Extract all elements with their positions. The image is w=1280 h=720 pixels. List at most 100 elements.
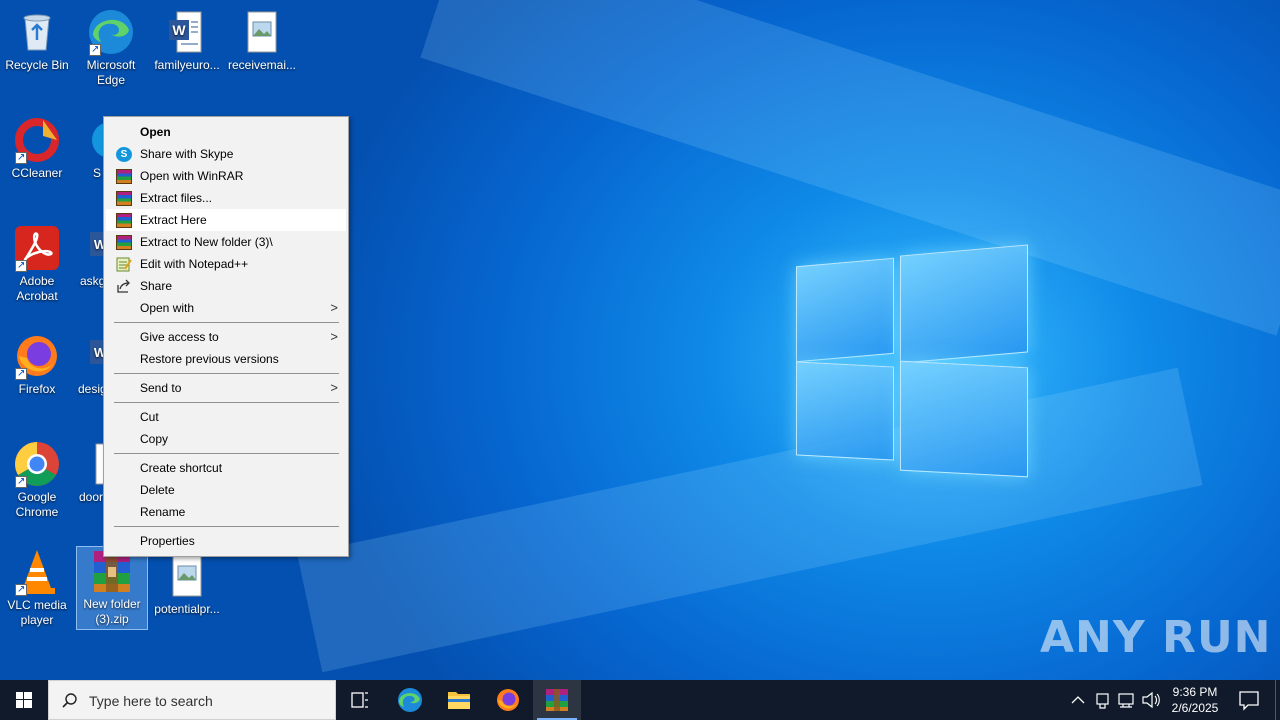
image-file-icon xyxy=(238,8,286,56)
menu-separator xyxy=(114,402,339,403)
anyrun-watermark: ANY RUN xyxy=(1040,612,1272,663)
taskbar-edge-button[interactable] xyxy=(386,680,434,720)
menu-item-label: Give access to xyxy=(140,330,219,344)
menu-item-extract-files[interactable]: Extract files... xyxy=(106,187,346,209)
desktop-icon-label: askg xyxy=(80,274,104,288)
desktop-icon-label: desig xyxy=(78,382,104,396)
desktop-icon-edge[interactable]: Microsoft Edge xyxy=(74,8,148,88)
chevron-right-icon: > xyxy=(330,300,338,315)
menu-item-label: Share with Skype xyxy=(140,147,234,161)
desktop-icon-label: CCleaner xyxy=(11,166,63,180)
chevron-right-icon: > xyxy=(330,329,338,344)
desktop-icon-ccleaner[interactable]: CCleaner xyxy=(0,116,74,181)
chevron-right-icon: > xyxy=(330,380,338,395)
vlc-icon xyxy=(13,548,61,597)
menu-item-create-shortcut[interactable]: Create shortcut xyxy=(106,457,346,479)
menu-item-label: Restore previous versions xyxy=(140,352,279,366)
desktop-icon-label: potentialpr... xyxy=(154,602,220,616)
menu-item-label: Create shortcut xyxy=(140,461,223,475)
action-center-button[interactable] xyxy=(1232,680,1268,720)
menu-item-label: Open with WinRAR xyxy=(140,169,244,183)
menu-item-extract-to-folder[interactable]: Extract to New folder (3)\ xyxy=(106,231,346,253)
desktop-icon-label: door xyxy=(78,490,104,504)
desktop-icon-label: VLC media player xyxy=(7,598,67,627)
desktop-icon-vlc[interactable]: VLC media player xyxy=(0,548,74,628)
menu-item-label: Extract files... xyxy=(140,191,213,205)
show-desktop-button[interactable] xyxy=(1275,680,1280,720)
taskbar-search-box[interactable]: Type here to search xyxy=(48,680,336,720)
show-hidden-icons-button[interactable] xyxy=(1068,680,1088,720)
desktop-icon-firefox[interactable]: Firefox xyxy=(0,332,74,397)
winrar-icon xyxy=(116,169,132,184)
menu-separator xyxy=(114,453,339,454)
desktop-icon-label: Google Chrome xyxy=(15,490,59,519)
skype-icon: S xyxy=(116,147,132,162)
menu-item-rename[interactable]: Rename xyxy=(106,501,346,523)
tray-volume[interactable] xyxy=(1140,680,1162,720)
menu-item-properties[interactable]: Properties xyxy=(106,530,346,552)
winrar-icon xyxy=(116,235,132,250)
menu-item-give-access-to[interactable]: Give access to > xyxy=(106,326,346,348)
menu-item-open[interactable]: Open xyxy=(106,121,346,143)
tray-network-adapter[interactable] xyxy=(1092,680,1114,720)
chrome-icon xyxy=(13,440,61,489)
menu-item-send-to[interactable]: Send to > xyxy=(106,377,346,399)
menu-item-label: Share xyxy=(140,279,173,293)
menu-item-label: Extract to New folder (3)\ xyxy=(140,235,273,249)
taskbar-firefox-button[interactable] xyxy=(484,680,532,720)
desktop-icon-adobe-acrobat[interactable]: Adobe Acrobat xyxy=(0,224,74,304)
menu-item-extract-here[interactable]: Extract Here xyxy=(106,209,346,231)
menu-item-label: Edit with Notepad++ xyxy=(140,257,249,271)
adobe-acrobat-icon xyxy=(13,224,61,273)
word-document-icon: W xyxy=(88,224,104,272)
firefox-icon xyxy=(497,689,519,711)
winrar-icon xyxy=(116,191,132,206)
notepadpp-icon xyxy=(116,257,132,272)
start-button[interactable] xyxy=(0,680,48,720)
menu-item-share[interactable]: Share xyxy=(106,275,346,297)
desktop-icon-desig[interactable]: W desig xyxy=(74,332,104,397)
network-icon xyxy=(1118,693,1134,708)
menu-item-delete[interactable]: Delete xyxy=(106,479,346,501)
context-menu: Open S Share with Skype Open with WinRAR… xyxy=(103,116,349,557)
taskbar-file-explorer-button[interactable] xyxy=(435,680,483,720)
menu-item-open-with[interactable]: Open with > xyxy=(106,297,346,319)
image-file-icon xyxy=(163,552,211,600)
desktop-icon-recycle-bin[interactable]: Recycle Bin xyxy=(0,8,74,73)
word-document-icon: W xyxy=(163,8,211,56)
desktop-icon-label: Recycle Bin xyxy=(5,58,69,72)
desktop-icon-door[interactable]: door xyxy=(74,440,104,505)
menu-item-open-with-winrar[interactable]: Open with WinRAR xyxy=(106,165,346,187)
tray-network[interactable] xyxy=(1116,680,1138,720)
menu-separator xyxy=(114,526,339,527)
menu-item-edit-with-notepadpp[interactable]: Edit with Notepad++ xyxy=(106,253,346,275)
taskbar-clock[interactable]: 9:36 PM 2/6/2025 xyxy=(1160,684,1230,716)
firefox-icon xyxy=(13,332,61,381)
desktop-icon-new-folder-zip[interactable]: New folder (3).zip xyxy=(76,546,148,630)
desktop-icon-askg[interactable]: W askg xyxy=(74,224,104,289)
svg-text:W: W xyxy=(172,22,186,38)
menu-separator xyxy=(114,373,339,374)
folder-icon xyxy=(448,692,470,709)
desktop-icon-label: Adobe Acrobat xyxy=(16,274,58,303)
menu-item-label: Cut xyxy=(140,410,159,424)
desktop-icon-label: S xyxy=(92,166,101,180)
desktop-icon-potentialpr[interactable]: potentialpr... xyxy=(150,552,224,617)
menu-item-restore-previous-versions[interactable]: Restore previous versions xyxy=(106,348,346,370)
task-view-icon xyxy=(351,692,368,708)
taskbar-winrar-button[interactable] xyxy=(533,680,581,720)
task-view-button[interactable] xyxy=(336,680,384,720)
menu-item-cut[interactable]: Cut xyxy=(106,406,346,428)
file-icon xyxy=(88,440,104,488)
menu-item-label: Properties xyxy=(140,534,195,548)
winrar-icon xyxy=(116,213,132,228)
desktop-icon-google-chrome[interactable]: Google Chrome xyxy=(0,440,74,520)
desktop-icon-label: Firefox xyxy=(18,382,56,396)
winrar-icon xyxy=(546,689,568,711)
desktop-icon-receivemai[interactable]: receivemai... xyxy=(225,8,299,73)
menu-item-copy[interactable]: Copy xyxy=(106,428,346,450)
desktop-icon-label: New folder (3).zip xyxy=(83,597,141,626)
menu-item-share-with-skype[interactable]: S Share with Skype xyxy=(106,143,346,165)
desktop-icon-familyeuro[interactable]: W familyeuro... xyxy=(150,8,224,73)
desktop-icon-s[interactable]: S xyxy=(74,116,104,181)
